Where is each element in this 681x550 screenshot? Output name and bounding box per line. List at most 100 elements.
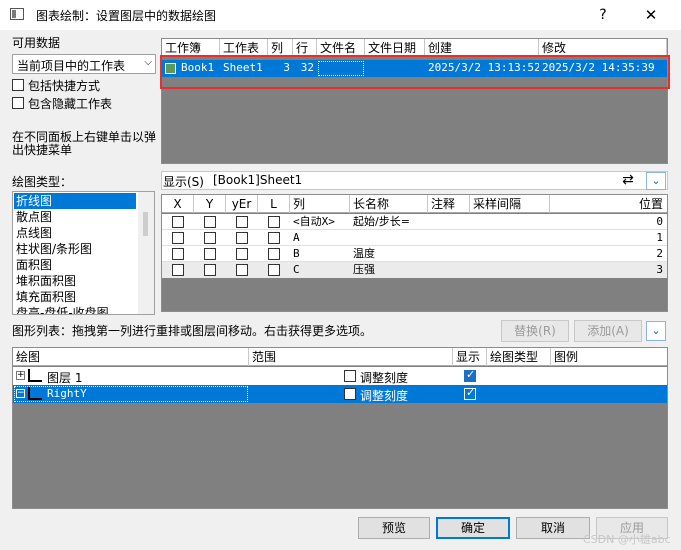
col-header-yerr[interactable]: yEr	[226, 195, 258, 213]
col-header-position[interactable]: 位置	[550, 195, 667, 213]
include-shortcuts-checkbox[interactable]	[12, 79, 24, 91]
cell-longname: 压强	[353, 263, 375, 276]
cell-column: B	[293, 247, 300, 260]
rescale-label: 调整刻度	[360, 389, 409, 403]
col-header-plot[interactable]: 绘图	[13, 348, 249, 366]
rescale-checkbox[interactable]	[344, 370, 356, 382]
data-source-select[interactable]: 当前项目中的工作表 ⌵	[12, 54, 156, 74]
chevron-down-icon: ⌵	[144, 57, 152, 68]
x-checkbox[interactable]	[172, 248, 184, 260]
data-source-value: 当前项目中的工作表	[17, 59, 126, 73]
graph-row-name: 图层 1	[47, 371, 83, 385]
show-button[interactable]: 显示(S)	[163, 173, 204, 190]
add-button[interactable]: 添加(A)	[574, 320, 642, 342]
col-header-column[interactable]: 列	[290, 195, 350, 213]
focus-rect	[14, 386, 248, 402]
plot-type-item[interactable]: 堆积面积图	[14, 273, 136, 289]
col-header-range[interactable]: 范围	[249, 348, 453, 366]
sheet-ref: [Book1]Sheet1	[213, 173, 303, 187]
plot-setup-dialog: 图表绘制：设置图层中的数据绘图 ? ✕ 可用数据 当前项目中的工作表 ⌵ 包括快…	[0, 0, 681, 550]
layer-icon	[28, 369, 42, 382]
col-header-comment[interactable]: 注释	[428, 195, 470, 213]
yerr-checkbox[interactable]	[236, 264, 248, 276]
plot-type-item[interactable]: 柱状图/条形图	[14, 241, 136, 257]
window-title: 图表绘制：设置图层中的数据绘图	[36, 9, 217, 23]
columns-grid[interactable]: X Y yEr L 列 长名称 注释 采样间隔 位置 <自动X> 起始/步长= …	[161, 194, 668, 312]
cell-position: 0	[656, 215, 663, 228]
graph-list-grid[interactable]: 绘图 范围 显示 绘图类型 图例 + 图层 1 调整刻度 − RightY 调整…	[12, 347, 668, 509]
cell-position: 1	[656, 231, 663, 244]
plot-type-item[interactable]: 折线图	[14, 193, 136, 209]
l-checkbox[interactable]	[268, 216, 280, 228]
watermark: CSDN @小雄abc	[583, 533, 671, 546]
plot-type-item[interactable]: 面积图	[14, 257, 136, 273]
plot-type-list[interactable]: 折线图 散点图 点线图 柱状图/条形图 面积图 堆积面积图 填充面积图 盘高-盘…	[12, 191, 155, 315]
rescale-checkbox[interactable]	[344, 388, 356, 400]
y-checkbox[interactable]	[204, 232, 216, 244]
x-checkbox[interactable]	[172, 264, 184, 276]
rescale-label: 调整刻度	[360, 371, 409, 385]
col-header-legend[interactable]: 图例	[551, 348, 667, 366]
cancel-button[interactable]: 取消	[516, 517, 590, 539]
y-checkbox[interactable]	[204, 248, 216, 260]
expand-columns-icon[interactable]: ⌄	[646, 172, 666, 190]
show-checkbox[interactable]	[464, 368, 476, 382]
columns-grid-header: X Y yEr L 列 长名称 注释 采样间隔 位置	[162, 195, 667, 213]
column-row[interactable]: <自动X> 起始/步长= 0	[162, 214, 667, 230]
scrollbar-thumb[interactable]	[143, 212, 148, 236]
cell-column: C	[293, 263, 300, 276]
expand-graph-list-icon[interactable]: ⌄	[646, 321, 666, 341]
include-shortcuts-label: 包括快捷方式	[28, 79, 101, 93]
plot-type-item[interactable]: 点线图	[14, 225, 136, 241]
cell-longname: 起始/步长=	[353, 215, 410, 228]
column-row[interactable]: A 1	[162, 230, 667, 246]
graph-row-layer[interactable]: + 图层 1 调整刻度	[13, 367, 667, 385]
column-row[interactable]: C 压强 3	[162, 262, 667, 278]
expand-icon[interactable]: +	[16, 371, 25, 380]
x-checkbox[interactable]	[172, 216, 184, 228]
yerr-checkbox[interactable]	[236, 216, 248, 228]
l-checkbox[interactable]	[268, 264, 280, 276]
y-checkbox[interactable]	[204, 264, 216, 276]
graph-row-layer[interactable]: − RightY 调整刻度	[13, 385, 667, 403]
yerr-checkbox[interactable]	[236, 232, 248, 244]
replace-button[interactable]: 替换(R)	[501, 320, 569, 342]
preview-button[interactable]: 预览	[358, 517, 430, 539]
col-header-longname[interactable]: 长名称	[350, 195, 428, 213]
available-data-label: 可用数据	[12, 36, 61, 50]
plot-type-item[interactable]: 填充面积图	[14, 289, 136, 305]
highlight-box	[160, 55, 670, 89]
cell-column: <自动X>	[293, 215, 335, 228]
columns-grid-body: <自动X> 起始/步长= 0 A 1 B 温度 2 C 压强 3	[162, 214, 667, 278]
cell-longname	[350, 230, 428, 246]
help-button[interactable]: ?	[588, 4, 618, 26]
graph-list-label: 图形列表：拖拽第一列进行重排或图层间移动。右击获得更多选项。	[12, 324, 373, 338]
graph-list-header: 绘图 范围 显示 绘图类型 图例	[13, 348, 667, 366]
ok-button[interactable]: 确定	[436, 517, 510, 539]
include-hidden-label: 包含隐藏工作表	[28, 97, 113, 111]
plot-type-label: 绘图类型：	[12, 175, 73, 189]
cell-position: 3	[656, 263, 663, 276]
cell-column: A	[293, 231, 300, 244]
col-header-show[interactable]: 显示	[453, 348, 487, 366]
l-checkbox[interactable]	[268, 248, 280, 260]
swap-icon[interactable]: ⇄	[618, 172, 638, 189]
col-header-sampling[interactable]: 采样间隔	[470, 195, 550, 213]
close-button[interactable]: ✕	[634, 4, 668, 26]
plot-type-item[interactable]: 盘高-盘低-收盘图	[14, 305, 136, 314]
plot-type-scrollbar[interactable]	[138, 192, 154, 314]
x-checkbox[interactable]	[172, 232, 184, 244]
app-icon	[10, 8, 24, 20]
yerr-checkbox[interactable]	[236, 248, 248, 260]
col-header-x[interactable]: X	[162, 195, 194, 213]
col-header-l[interactable]: L	[258, 195, 290, 213]
y-checkbox[interactable]	[204, 216, 216, 228]
l-checkbox[interactable]	[268, 232, 280, 244]
col-header-y[interactable]: Y	[194, 195, 226, 213]
cell-longname: 温度	[353, 247, 375, 260]
col-header-plottype[interactable]: 绘图类型	[487, 348, 551, 366]
include-hidden-checkbox[interactable]	[12, 97, 24, 109]
show-checkbox[interactable]	[464, 386, 476, 400]
plot-type-item[interactable]: 散点图	[14, 209, 136, 225]
column-row[interactable]: B 温度 2	[162, 246, 667, 262]
